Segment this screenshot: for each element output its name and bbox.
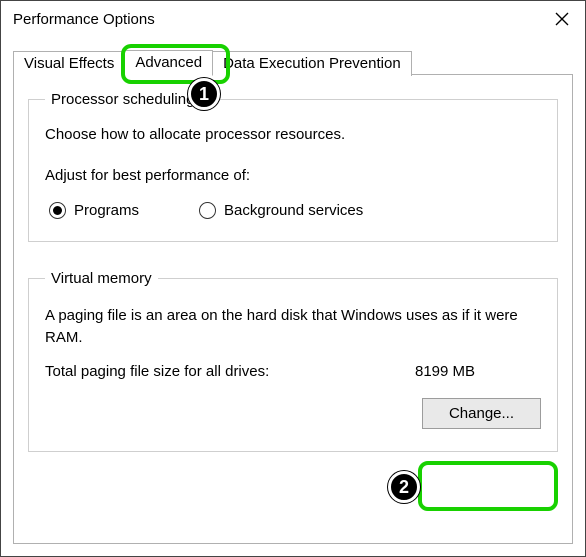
virtual-memory-group: Virtual memory A paging file is an area … (28, 270, 558, 452)
window-title: Performance Options (13, 11, 155, 28)
vm-total-value: 8199 MB (415, 363, 475, 380)
tab-advanced[interactable]: Advanced (125, 50, 213, 76)
radio-programs-label: Programs (74, 202, 139, 219)
dialog-window: Performance Options Visual Effects Advan… (0, 0, 586, 557)
step-badge-1: 1 (188, 78, 220, 110)
radio-background-services[interactable]: Background services (199, 202, 363, 219)
close-button[interactable] (539, 1, 585, 37)
processor-radio-row: Programs Background services (45, 202, 541, 219)
processor-scheduling-legend: Processor scheduling (45, 91, 200, 108)
processor-subhead: Adjust for best performance of: (45, 167, 541, 184)
processor-scheduling-group: Processor scheduling Choose how to alloc… (28, 91, 558, 242)
vm-total-label: Total paging file size for all drives: (45, 363, 415, 380)
radio-background-label: Background services (224, 202, 363, 219)
close-icon (555, 12, 569, 26)
processor-desc: Choose how to allocate processor resourc… (45, 126, 541, 143)
change-button[interactable]: Change... (422, 398, 541, 429)
tab-visual-effects[interactable]: Visual Effects (13, 51, 125, 76)
virtual-memory-legend: Virtual memory (45, 270, 158, 287)
virtual-memory-desc: A paging file is an area on the hard dis… (45, 305, 541, 349)
step-badge-2: 2 (388, 471, 420, 503)
virtual-memory-total-row: Total paging file size for all drives: 8… (45, 363, 541, 380)
radio-programs[interactable]: Programs (49, 202, 139, 219)
tab-strip: Visual Effects Advanced Data Execution P… (13, 47, 573, 75)
tab-panel-advanced: Processor scheduling Choose how to alloc… (13, 74, 573, 544)
titlebar: Performance Options (1, 1, 585, 37)
content-area: Visual Effects Advanced Data Execution P… (1, 37, 585, 544)
radio-icon (49, 202, 66, 219)
vm-button-row: Change... (45, 398, 541, 429)
tab-dep[interactable]: Data Execution Prevention (213, 51, 412, 76)
radio-icon (199, 202, 216, 219)
